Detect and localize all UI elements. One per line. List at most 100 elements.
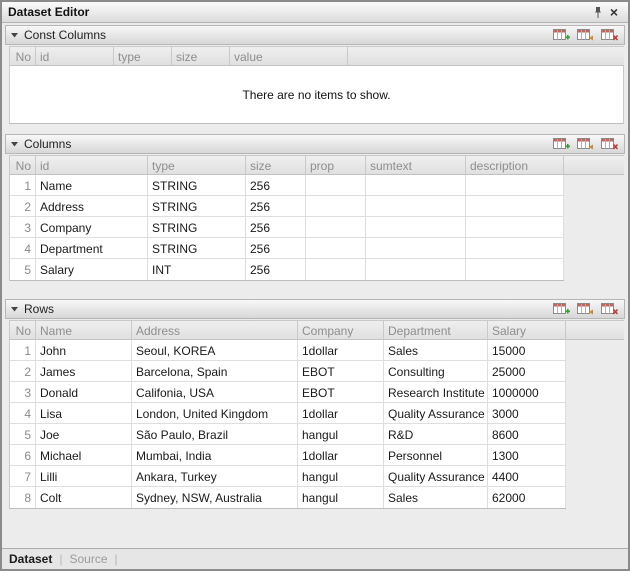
table-cell[interactable]: 15000 xyxy=(488,340,566,360)
column-header[interactable]: Salary xyxy=(488,321,566,339)
table-cell[interactable] xyxy=(466,217,564,237)
table-row[interactable]: 7LilliAnkara, TurkeyhangulQuality Assura… xyxy=(10,466,566,487)
table-cell[interactable]: 8 xyxy=(10,487,36,508)
table-cell[interactable]: Sydney, NSW, Australia xyxy=(132,487,298,508)
insert-row-icon[interactable] xyxy=(577,138,594,151)
table-cell[interactable] xyxy=(466,196,564,216)
table-cell[interactable]: Joe xyxy=(36,424,132,444)
table-cell[interactable]: 256 xyxy=(246,175,306,195)
table-cell[interactable]: INT xyxy=(148,259,246,280)
table-row[interactable]: 4DepartmentSTRING256 xyxy=(10,238,564,259)
table-cell[interactable]: London, United Kingdom xyxy=(132,403,298,423)
table-cell[interactable]: EBOT xyxy=(298,382,384,402)
table-cell[interactable]: Company xyxy=(36,217,148,237)
table-cell[interactable]: Mumbai, India xyxy=(132,445,298,465)
column-header[interactable]: Department xyxy=(384,321,488,339)
table-cell[interactable]: 2 xyxy=(10,361,36,381)
table-cell[interactable]: 4400 xyxy=(488,466,566,486)
table-cell[interactable]: Sales xyxy=(384,340,488,360)
table-cell[interactable] xyxy=(306,238,366,258)
table-cell[interactable]: hangul xyxy=(298,466,384,486)
table-cell[interactable]: 1 xyxy=(10,340,36,360)
table-cell[interactable]: hangul xyxy=(298,424,384,444)
table-cell[interactable]: São Paulo, Brazil xyxy=(132,424,298,444)
table-cell[interactable] xyxy=(366,175,466,195)
delete-row-icon[interactable] xyxy=(601,29,618,42)
table-cell[interactable]: 4 xyxy=(10,238,36,258)
table-cell[interactable]: Ankara, Turkey xyxy=(132,466,298,486)
column-header[interactable]: prop xyxy=(306,156,366,174)
table-cell[interactable]: 1300 xyxy=(488,445,566,465)
table-cell[interactable]: Lilli xyxy=(36,466,132,486)
add-row-icon[interactable] xyxy=(553,29,570,42)
table-cell[interactable]: 6 xyxy=(10,445,36,465)
delete-row-icon[interactable] xyxy=(601,303,618,316)
table-cell[interactable]: EBOT xyxy=(298,361,384,381)
table-cell[interactable]: 1000000 xyxy=(488,382,566,402)
add-row-icon[interactable] xyxy=(553,138,570,151)
tab-dataset[interactable]: Dataset xyxy=(9,552,52,566)
table-cell[interactable]: 62000 xyxy=(488,487,566,508)
table-cell[interactable]: Seoul, KOREA xyxy=(132,340,298,360)
column-header[interactable]: No xyxy=(10,321,36,339)
column-header[interactable]: No xyxy=(10,47,36,65)
table-row[interactable]: 2AddressSTRING256 xyxy=(10,196,564,217)
table-cell[interactable]: Quality Assurance xyxy=(384,466,488,486)
table-cell[interactable]: John xyxy=(36,340,132,360)
column-header[interactable]: Name xyxy=(36,321,132,339)
table-cell[interactable]: Salary xyxy=(36,259,148,280)
table-row[interactable]: 3DonaldCalifonia, USAEBOTResearch Instit… xyxy=(10,382,566,403)
pin-icon[interactable] xyxy=(590,4,606,20)
table-cell[interactable] xyxy=(366,259,466,280)
table-cell[interactable] xyxy=(466,175,564,195)
table-cell[interactable]: 2 xyxy=(10,196,36,216)
table-cell[interactable]: 256 xyxy=(246,196,306,216)
table-cell[interactable]: Barcelona, Spain xyxy=(132,361,298,381)
table-cell[interactable]: STRING xyxy=(148,217,246,237)
tab-source[interactable]: Source xyxy=(69,552,107,566)
table-cell[interactable]: hangul xyxy=(298,487,384,508)
table-row[interactable]: 6MichaelMumbai, India1dollarPersonnel130… xyxy=(10,445,566,466)
table-cell[interactable]: Lisa xyxy=(36,403,132,423)
table-row[interactable]: 1JohnSeoul, KOREA1dollarSales15000 xyxy=(10,340,566,361)
table-row[interactable]: 1NameSTRING256 xyxy=(10,175,564,196)
table-cell[interactable] xyxy=(306,196,366,216)
table-cell[interactable] xyxy=(306,217,366,237)
close-icon[interactable]: × xyxy=(606,4,622,20)
table-cell[interactable]: 7 xyxy=(10,466,36,486)
table-cell[interactable]: R&D xyxy=(384,424,488,444)
table-row[interactable]: 2JamesBarcelona, SpainEBOTConsulting2500… xyxy=(10,361,566,382)
table-cell[interactable]: 5 xyxy=(10,259,36,280)
table-cell[interactable]: 1dollar xyxy=(298,445,384,465)
column-header[interactable]: Company xyxy=(298,321,384,339)
table-cell[interactable]: Michael xyxy=(36,445,132,465)
table-row[interactable]: 4LisaLondon, United Kingdom1dollarQualit… xyxy=(10,403,566,424)
insert-row-icon[interactable] xyxy=(577,303,594,316)
table-cell[interactable]: Consulting xyxy=(384,361,488,381)
table-row[interactable]: 5JoeSão Paulo, BrazilhangulR&D8600 xyxy=(10,424,566,445)
table-cell[interactable]: James xyxy=(36,361,132,381)
table-row[interactable]: 5SalaryINT256 xyxy=(10,259,564,280)
collapse-arrow-icon[interactable] xyxy=(10,31,19,39)
table-cell[interactable]: Department xyxy=(36,238,148,258)
table-cell[interactable]: Quality Assurance xyxy=(384,403,488,423)
table-cell[interactable]: 5 xyxy=(10,424,36,444)
table-cell[interactable]: Colt xyxy=(36,487,132,508)
table-cell[interactable] xyxy=(366,196,466,216)
table-cell[interactable]: 3 xyxy=(10,217,36,237)
table-cell[interactable]: Sales xyxy=(384,487,488,508)
add-row-icon[interactable] xyxy=(553,303,570,316)
column-header[interactable]: value xyxy=(230,47,348,65)
column-header[interactable]: description xyxy=(466,156,564,174)
column-header[interactable]: size xyxy=(172,47,230,65)
column-header[interactable]: No xyxy=(10,156,36,174)
table-cell[interactable]: 256 xyxy=(246,238,306,258)
table-cell[interactable]: STRING xyxy=(148,238,246,258)
collapse-arrow-icon[interactable] xyxy=(10,305,19,313)
table-cell[interactable]: Research Institute xyxy=(384,382,488,402)
table-cell[interactable]: Personnel xyxy=(384,445,488,465)
column-header[interactable]: type xyxy=(114,47,172,65)
table-cell[interactable] xyxy=(466,238,564,258)
table-cell[interactable] xyxy=(366,217,466,237)
table-cell[interactable]: 1 xyxy=(10,175,36,195)
